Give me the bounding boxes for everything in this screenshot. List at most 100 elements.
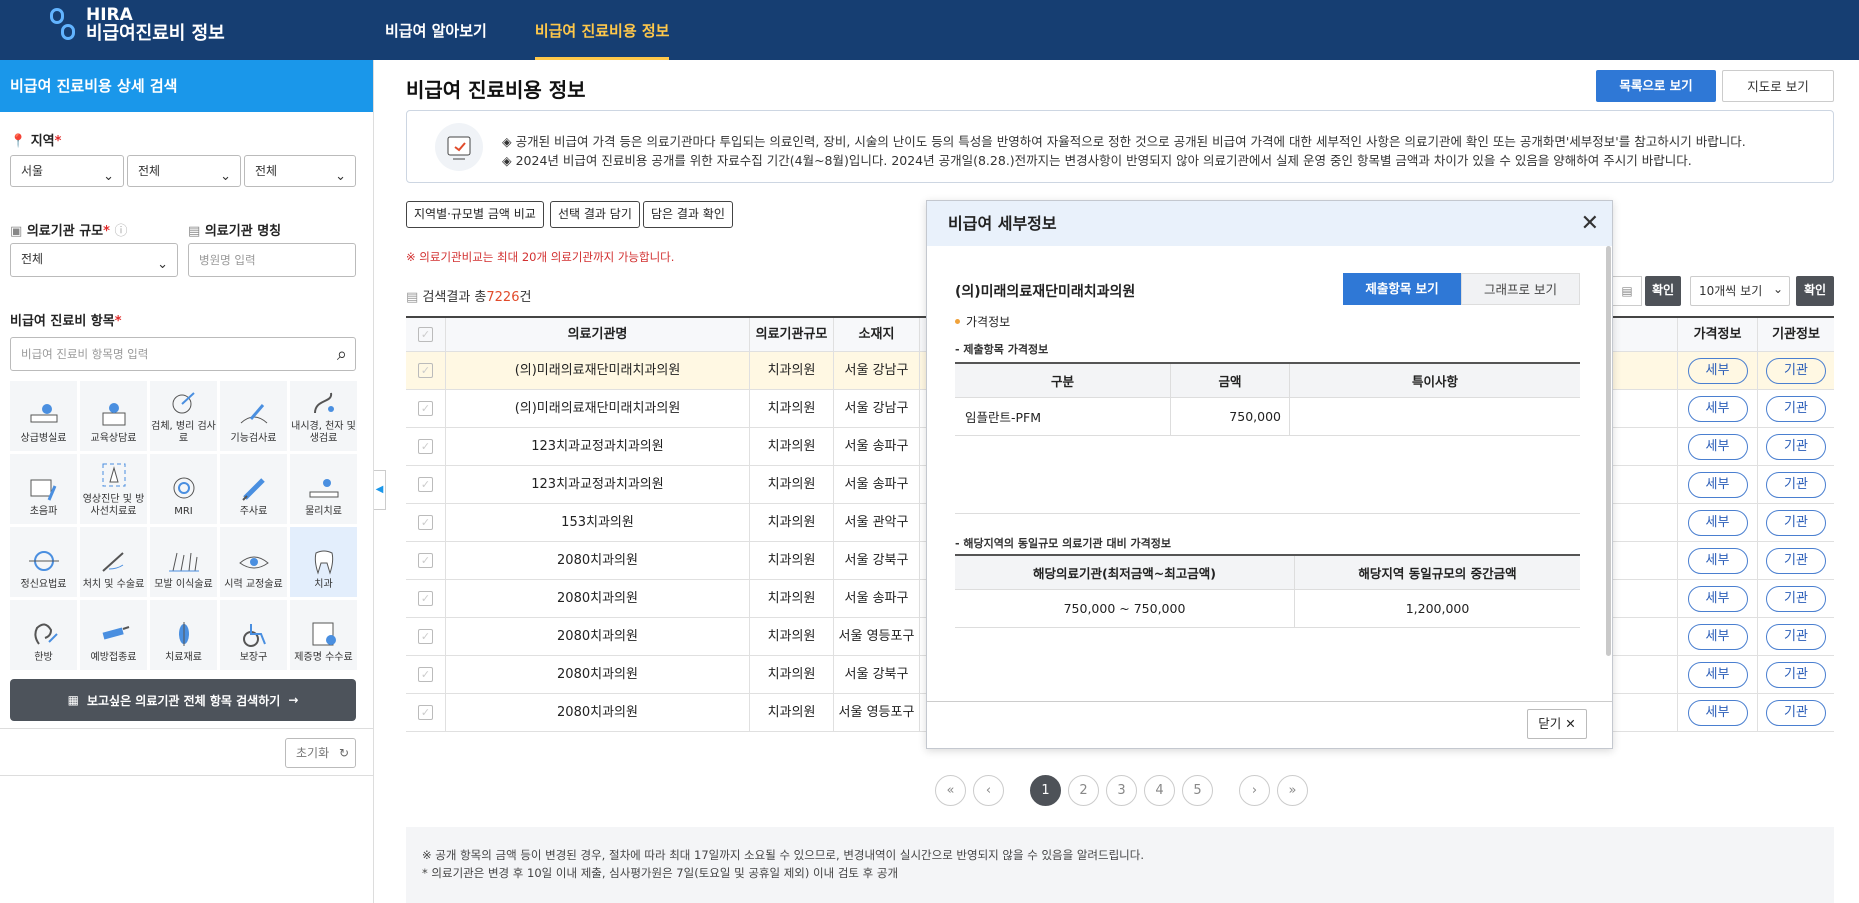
cat-mri[interactable]: MRI xyxy=(150,454,217,524)
hospital-name-input[interactable]: 병원명 입력 xyxy=(188,243,356,277)
cat-device[interactable]: 보장구 xyxy=(220,600,287,670)
map-view-button[interactable]: 지도로 보기 xyxy=(1722,70,1834,102)
page-4[interactable]: 4 xyxy=(1144,775,1175,806)
cat-certificate[interactable]: 제증명 수수료 xyxy=(290,600,357,670)
notice-line-1: ◈ 공개된 비급여 가격 등은 의료기관마다 투입되는 의료인력, 장비, 시술… xyxy=(502,134,1746,149)
cat-imaging[interactable]: 영상진단 및 방사선치료료 xyxy=(80,454,147,524)
list-mode-icon[interactable]: ▤ xyxy=(1612,276,1642,306)
cat-dental[interactable]: 치과 xyxy=(290,527,357,597)
region-select-city[interactable]: 서울 ⌄ xyxy=(10,155,124,187)
footer-line-1: ※ 공개 항목의 금액 등이 변경된 경우, 절차에 따라 최대 17일까지 소… xyxy=(422,848,1144,862)
close-icon[interactable]: ✕ xyxy=(1581,201,1599,246)
cat-ward[interactable]: 상급병실료 xyxy=(10,381,77,451)
row-checkbox[interactable]: ✓ xyxy=(418,477,433,492)
institution-button[interactable]: 기관 xyxy=(1766,585,1826,612)
cat-psych[interactable]: 정신요법료 xyxy=(10,527,77,597)
row-checkbox[interactable]: ✓ xyxy=(418,629,433,644)
confirm-button-1[interactable]: 확인 xyxy=(1645,276,1681,306)
select-all-checkbox[interactable]: ✓ xyxy=(418,327,433,342)
cat-counsel[interactable]: 교육상담료 xyxy=(80,381,147,451)
detail-button[interactable]: 세부 xyxy=(1687,471,1748,498)
detail-button[interactable]: 세부 xyxy=(1687,395,1748,422)
institution-button[interactable]: 기관 xyxy=(1766,699,1826,726)
cat-material[interactable]: 치료재료 xyxy=(150,600,217,670)
cat-vision[interactable]: 시력 교정술료 xyxy=(220,527,287,597)
institution-button[interactable]: 기관 xyxy=(1766,395,1826,422)
confirm-button-2[interactable]: 확인 xyxy=(1796,276,1834,306)
detail-button[interactable]: 세부 xyxy=(1687,585,1748,612)
row-checkbox[interactable]: ✓ xyxy=(418,515,433,530)
row-checkbox[interactable]: ✓ xyxy=(418,363,433,378)
first-page-button[interactable]: « xyxy=(935,775,966,806)
item-search-input[interactable]: 비급여 진료비 항목명 입력 ⌕ xyxy=(10,337,356,371)
tab-submitted-items[interactable]: 제출항목 보기 xyxy=(1343,273,1461,305)
modal-close-button[interactable]: 닫기 ✕ xyxy=(1527,709,1587,739)
endoscope-icon xyxy=(307,389,341,417)
reset-button[interactable]: 초기화 ↻ xyxy=(285,738,356,768)
cat-function[interactable]: 기능검사료 xyxy=(220,381,287,451)
cat-physio[interactable]: 물리치료 xyxy=(290,454,357,524)
detail-button[interactable]: 세부 xyxy=(1687,547,1748,574)
cat-injection[interactable]: 주사료 xyxy=(220,454,287,524)
page-2[interactable]: 2 xyxy=(1068,775,1099,806)
tab-graph[interactable]: 그래프로 보기 xyxy=(1461,273,1580,305)
chevron-down-icon: ⌄ xyxy=(103,169,114,184)
detail-button[interactable]: 세부 xyxy=(1687,623,1748,650)
row-checkbox[interactable]: ✓ xyxy=(418,401,433,416)
list-view-button[interactable]: 목록으로 보기 xyxy=(1596,70,1716,102)
detail-button[interactable]: 세부 xyxy=(1687,433,1748,460)
institution-button[interactable]: 기관 xyxy=(1766,547,1826,574)
next-page-button[interactable]: › xyxy=(1239,775,1270,806)
logo-text-hira: HIRA xyxy=(86,5,133,25)
nav-cost-info[interactable]: 비급여 진료비용 정보 xyxy=(534,0,669,60)
prev-page-button[interactable]: ‹ xyxy=(973,775,1004,806)
physio-icon xyxy=(307,474,341,502)
last-page-button[interactable]: » xyxy=(1277,775,1308,806)
detail-button[interactable]: 세부 xyxy=(1687,357,1748,384)
page-3[interactable]: 3 xyxy=(1106,775,1137,806)
scale-select[interactable]: 전체 ⌄ xyxy=(10,243,178,277)
row-checkbox[interactable]: ✓ xyxy=(418,591,433,606)
institution-button[interactable]: 기관 xyxy=(1766,357,1826,384)
detail-button[interactable]: 세부 xyxy=(1687,661,1748,688)
region-select-district[interactable]: 전체 ⌄ xyxy=(127,155,241,187)
page-5[interactable]: 5 xyxy=(1182,775,1213,806)
check-selected-button[interactable]: 담은 결과 확인 xyxy=(643,201,733,228)
cat-ultrasound[interactable]: 초음파 xyxy=(10,454,77,524)
cat-surgery[interactable]: 처치 및 수술료 xyxy=(80,527,147,597)
detail-button[interactable]: 세부 xyxy=(1687,509,1748,536)
cat-hair[interactable]: 모발 이식술료 xyxy=(150,527,217,597)
cat-oriental[interactable]: 한방 xyxy=(10,600,77,670)
hospital-icon: ▦ xyxy=(67,693,79,707)
search-icon[interactable]: ⌕ xyxy=(337,339,347,371)
detail-button[interactable]: 세부 xyxy=(1687,699,1748,726)
hira-logo[interactable]: HIRA 비급여진료비 정보 xyxy=(48,6,225,44)
search-all-button[interactable]: ▦ 보고싶은 의료기관 전체 항목 검색하기 → xyxy=(10,679,356,721)
institution-button[interactable]: 기관 xyxy=(1766,509,1826,536)
row-checkbox[interactable]: ✓ xyxy=(418,553,433,568)
row-checkbox[interactable]: ✓ xyxy=(418,667,433,682)
row-checkbox[interactable]: ✓ xyxy=(418,439,433,454)
page-title: 비급여 진료비용 정보 xyxy=(406,78,586,102)
modal-scrollbar[interactable] xyxy=(1606,246,1611,656)
institution-button[interactable]: 기관 xyxy=(1766,471,1826,498)
per-page-select[interactable]: 10개씩 보기 ⌄ xyxy=(1690,276,1790,306)
search-sidebar: 비급여 진료비용 상세 검색 📍 지역* 서울 ⌄ 전체 ⌄ 전체 ⌄ ▣ 의료기관 … xyxy=(0,60,374,903)
compare-region-button[interactable]: 지역별·규모별 금액 비교 xyxy=(406,201,544,228)
nav-about[interactable]: 비급여 알아보기 xyxy=(385,0,487,60)
cat-lab[interactable]: 검체, 병리 검사료 xyxy=(150,381,217,451)
submitted-price-table: 구분 금액 특이사항 임플란트-PFM 750,000 xyxy=(955,362,1580,514)
institution-button[interactable]: 기관 xyxy=(1766,433,1826,460)
institution-button[interactable]: 기관 xyxy=(1766,661,1826,688)
help-icon[interactable]: ⓘ xyxy=(114,224,127,239)
cat-vaccine[interactable]: 예방접종료 xyxy=(80,600,147,670)
page-1[interactable]: 1 xyxy=(1030,775,1061,806)
sidebar-collapse-button[interactable]: ◀ xyxy=(374,470,386,510)
region-select-sub[interactable]: 전체 ⌄ xyxy=(244,155,356,187)
select-add-button[interactable]: 선택 결과 담기 xyxy=(550,201,640,228)
row-checkbox[interactable]: ✓ xyxy=(418,705,433,720)
cat-endoscopy[interactable]: 내시경, 천자 및 생검료 xyxy=(290,381,357,451)
building-icon: ▣ xyxy=(10,224,23,239)
institution-button[interactable]: 기관 xyxy=(1766,623,1826,650)
col-location: 소재지 xyxy=(834,318,920,351)
